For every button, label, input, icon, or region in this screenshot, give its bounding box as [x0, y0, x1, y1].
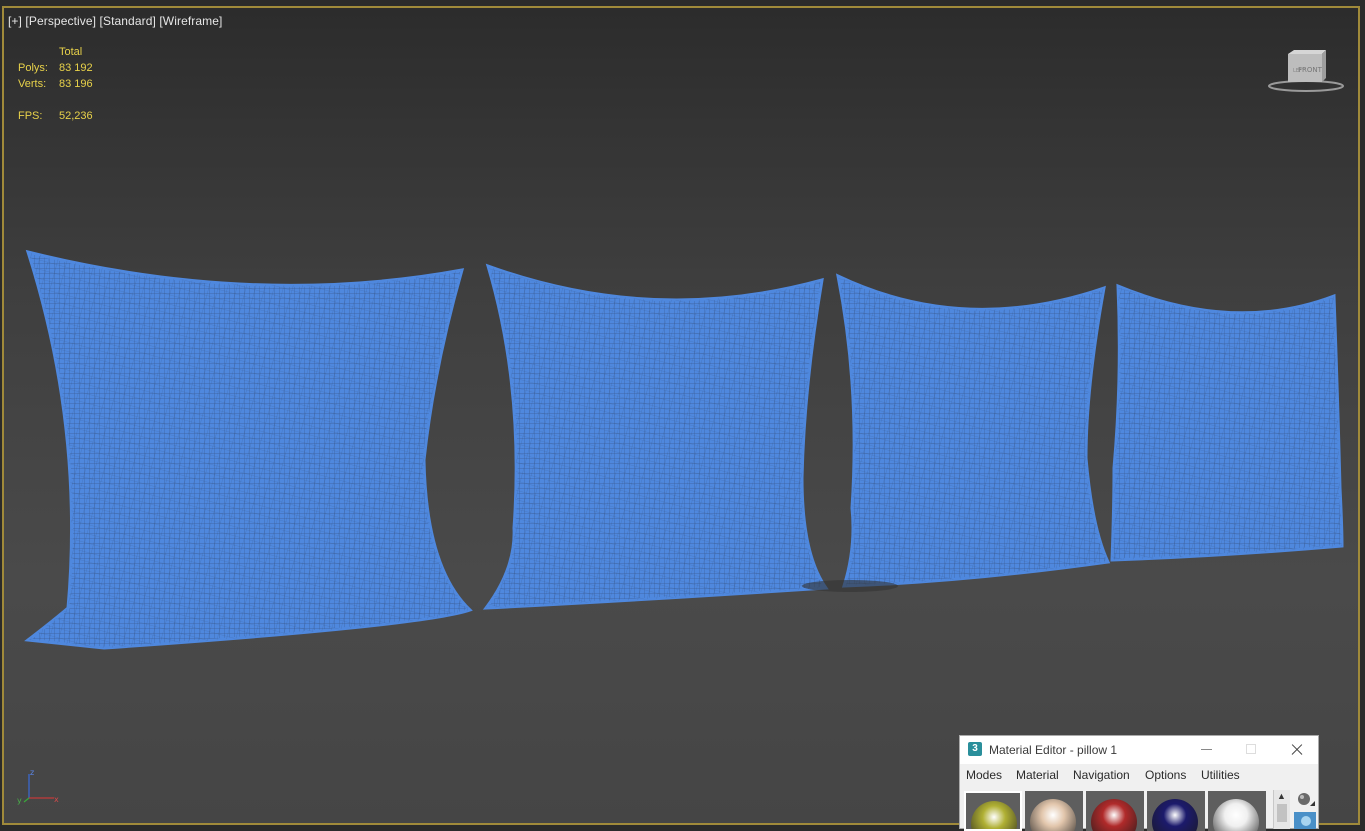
scroll-up-icon[interactable]: ▲ [1277, 792, 1286, 801]
pillow-1[interactable] [24, 249, 473, 650]
pillow-wireframes[interactable] [4, 8, 1360, 825]
viewcube-left-label: LEFT [1293, 68, 1306, 74]
material-sphere-beige-icon [1030, 799, 1076, 831]
pillow-4[interactable] [1110, 283, 1344, 562]
material-slot-1[interactable] [964, 791, 1022, 831]
material-sphere-white-icon [1213, 799, 1259, 831]
material-slot-2[interactable] [1025, 791, 1083, 831]
material-slot-4[interactable] [1147, 791, 1205, 831]
axis-z-label: z [30, 768, 34, 777]
axis-tripod-icon: z x y [17, 768, 59, 805]
axis-x-label: x [54, 795, 59, 804]
axis-y-label: y [17, 796, 22, 805]
verts-value: 83 196 [59, 78, 93, 90]
perspective-viewport[interactable]: [+] [Perspective] [Standard] [Wireframe]… [2, 6, 1360, 825]
viewport-label: [+] [Perspective] [Standard] [Wireframe] [8, 14, 222, 28]
polys-value: 83 192 [59, 62, 93, 74]
viewport-menu-plus[interactable]: [+] [8, 14, 22, 28]
menu-utilities[interactable]: Utilities [1201, 768, 1240, 782]
polys-label: Polys: [18, 62, 48, 74]
material-sphere-navy-icon [1152, 799, 1198, 831]
fps-value: 52,236 [59, 110, 93, 122]
ground-shadow [802, 580, 898, 592]
material-editor-menubar: Modes Material Navigation Options Utilit… [960, 764, 1318, 786]
menu-options[interactable]: Options [1145, 768, 1186, 782]
material-slot-3[interactable] [1086, 791, 1144, 831]
material-slots-area [964, 790, 1319, 831]
minimize-button[interactable] [1186, 736, 1230, 764]
material-slot-5[interactable] [1208, 791, 1266, 831]
fps-label: FPS: [18, 110, 43, 122]
menu-modes[interactable]: Modes [966, 768, 1002, 782]
viewcube-icon[interactable]: FRONT LEFT [1266, 48, 1346, 96]
scroll-thumb[interactable] [1277, 804, 1287, 822]
viewport-pov-menu[interactable]: [Perspective] [25, 14, 96, 28]
material-editor-title: Material Editor - pillow 1 [989, 743, 1118, 757]
menu-navigation[interactable]: Navigation [1073, 768, 1130, 782]
material-sphere-yellow-icon [971, 801, 1017, 829]
menu-material[interactable]: Material [1016, 768, 1059, 782]
verts-label: Verts: [18, 78, 47, 90]
pillow-2[interactable] [482, 263, 829, 610]
material-sphere-red-icon [1091, 799, 1137, 831]
maximize-button[interactable] [1230, 736, 1274, 764]
viewport-shading-menu[interactable]: [Standard] [100, 14, 156, 28]
viewport-render-mode-menu[interactable]: [Wireframe] [159, 14, 222, 28]
backlight-icon[interactable] [1293, 811, 1317, 829]
app-logo-icon: 3 [968, 742, 982, 756]
close-button[interactable] [1274, 736, 1318, 764]
pillow-3[interactable] [835, 273, 1111, 588]
slots-scrollbar[interactable]: ▲ [1273, 790, 1290, 829]
stats-header: Total [59, 46, 83, 58]
material-editor-titlebar[interactable]: 3 Material Editor - pillow 1 [960, 736, 1318, 764]
sample-type-icon[interactable] [1293, 790, 1317, 810]
